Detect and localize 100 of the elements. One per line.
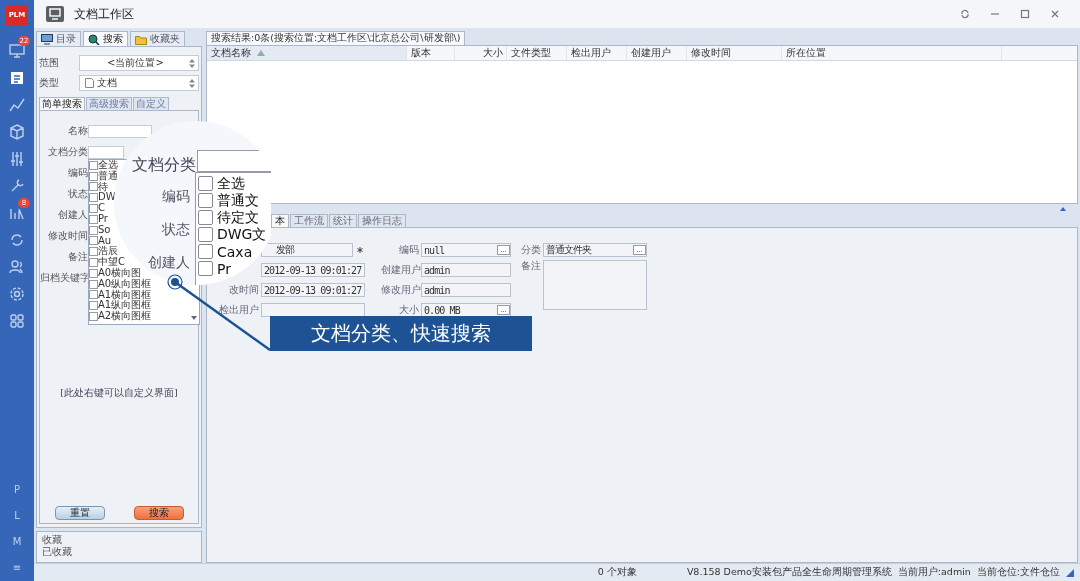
search-tab[interactable]: 简单搜索: [39, 97, 85, 110]
favorites-item[interactable]: 已收藏: [42, 546, 196, 558]
field-label: 大小: [398, 303, 419, 317]
category-option[interactable]: A0横向图: [98, 267, 142, 279]
column-header[interactable]: 修改时间: [687, 46, 782, 60]
checkbox[interactable]: [89, 193, 98, 203]
status-text: 当前用户:admin: [897, 566, 971, 579]
scroll-down-icon[interactable]: [190, 314, 198, 322]
field-label: 备注: [520, 260, 541, 273]
search-tab[interactable]: 高级搜索: [86, 97, 132, 110]
column-header[interactable]: 所在位置: [782, 46, 1002, 60]
document-icon: [85, 78, 94, 88]
rail-letter[interactable]: P: [14, 477, 20, 503]
checkbox[interactable]: [89, 160, 98, 170]
computer-icon: [41, 33, 53, 45]
spinner-icon[interactable]: [189, 78, 195, 88]
checkbox[interactable]: [89, 268, 98, 278]
collapse-arrow-icon[interactable]: [1060, 207, 1066, 211]
category-option[interactable]: 全选: [98, 160, 118, 171]
field-label: 备注: [67, 251, 88, 264]
input-field[interactable]: admin: [421, 283, 511, 297]
field-label: 文档分类: [47, 146, 88, 159]
field-label: 范围: [39, 56, 60, 70]
checkbox[interactable]: [89, 290, 98, 300]
category-option[interactable]: 浩辰: [98, 246, 118, 258]
status-text: 0 个对象: [597, 566, 637, 579]
rail-letter[interactable]: M: [12, 529, 22, 555]
input-field[interactable]: 2012-09-13 09:01:27: [261, 263, 365, 277]
column-header[interactable]: 文件类型: [507, 46, 567, 60]
detail-tab[interactable]: 统计: [329, 214, 357, 227]
checkbox[interactable]: [89, 301, 98, 311]
sort-arrow-icon: [257, 50, 265, 56]
input-field[interactable]: 发部: [261, 243, 353, 257]
category-option[interactable]: 普通: [98, 170, 118, 182]
column-header[interactable]: 版本: [407, 46, 455, 60]
notes-field[interactable]: [543, 260, 647, 310]
category-option[interactable]: DW: [98, 192, 116, 204]
scope-select[interactable]: <当前位置>: [79, 55, 199, 71]
checkbox[interactable]: [89, 312, 98, 322]
refresh-icon[interactable]: [960, 9, 970, 19]
search-tab[interactable]: 自定义: [133, 97, 169, 110]
checkbox[interactable]: [89, 247, 98, 257]
grid-icon: [9, 312, 25, 329]
reset-button[interactable]: 重置: [54, 506, 105, 520]
category-option[interactable]: A2横向图框: [98, 311, 152, 322]
hint-text: [此处右键可以自定义界面]: [59, 387, 179, 400]
results-tab[interactable]: 搜索结果:0条(搜索位置:文档工作区\北京总公司\研发部\): [206, 31, 466, 45]
input-field[interactable]: [88, 146, 124, 159]
resize-grip-icon[interactable]: [1066, 568, 1074, 577]
field-label: 名称: [67, 125, 88, 138]
sliders-icon: [9, 150, 25, 167]
checkbox[interactable]: [89, 182, 98, 192]
field-label: 分类: [520, 243, 541, 257]
rail-letter[interactable]: ≡: [12, 555, 22, 581]
checkbox[interactable]: [89, 279, 98, 289]
checkbox[interactable]: [89, 204, 98, 214]
search-button[interactable]: 搜索: [133, 506, 184, 520]
checkbox[interactable]: [89, 214, 98, 224]
checkbox[interactable]: [89, 171, 98, 181]
category-option[interactable]: A0纵向图框: [98, 278, 152, 290]
column-header[interactable]: 大小: [455, 46, 507, 60]
panel-tab[interactable]: 收藏夹: [130, 31, 185, 46]
rail-letter[interactable]: L: [14, 503, 20, 529]
favorites-item[interactable]: 收藏: [42, 534, 196, 546]
checkbox[interactable]: [89, 236, 98, 246]
column-header[interactable]: 文档名称: [207, 46, 407, 60]
document-icon: [9, 69, 25, 86]
input-field[interactable]: admin: [421, 263, 511, 277]
monitor-icon: [46, 6, 64, 22]
checkbox[interactable]: [89, 225, 98, 235]
panel-tab[interactable]: 搜索: [83, 31, 128, 46]
category-option[interactable]: 中望C: [98, 257, 125, 268]
category-option[interactable]: Pr: [98, 214, 108, 225]
detail-tab[interactable]: 操作日志: [358, 214, 406, 227]
category-option[interactable]: So: [98, 224, 111, 236]
gear-icon: [9, 285, 25, 302]
status-text: 当前仓位:文件仓位: [976, 566, 1060, 579]
category-option[interactable]: Au: [98, 235, 112, 247]
field-label: 状态: [162, 221, 190, 239]
panel-tab[interactable]: 目录: [36, 31, 81, 46]
category-option[interactable]: A1纵向图框: [98, 300, 152, 312]
close-icon[interactable]: [1050, 9, 1060, 19]
type-select[interactable]: 文档: [79, 75, 199, 91]
input-field[interactable]: [261, 303, 365, 317]
category-option[interactable]: A1横向图框: [98, 289, 152, 301]
input-field[interactable]: [88, 125, 152, 138]
maximize-icon[interactable]: [1020, 9, 1030, 19]
checkbox[interactable]: [89, 258, 98, 268]
detail-tab[interactable]: 工作流: [290, 214, 328, 227]
detail-tab[interactable]: 本: [271, 214, 289, 227]
field-label: 编码: [162, 188, 190, 206]
field-label: 状态: [67, 188, 88, 201]
field-label: 改时间: [228, 283, 259, 297]
column-header[interactable]: 检出用户: [567, 46, 627, 60]
wrench-icon: [9, 177, 25, 194]
category-option[interactable]: C: [98, 203, 105, 214]
category-option[interactable]: 待: [98, 181, 108, 193]
spinner-icon[interactable]: [189, 58, 195, 68]
input-field[interactable]: 2012-09-13 09:01:27: [261, 283, 365, 297]
column-header[interactable]: 创建用户: [627, 46, 687, 60]
